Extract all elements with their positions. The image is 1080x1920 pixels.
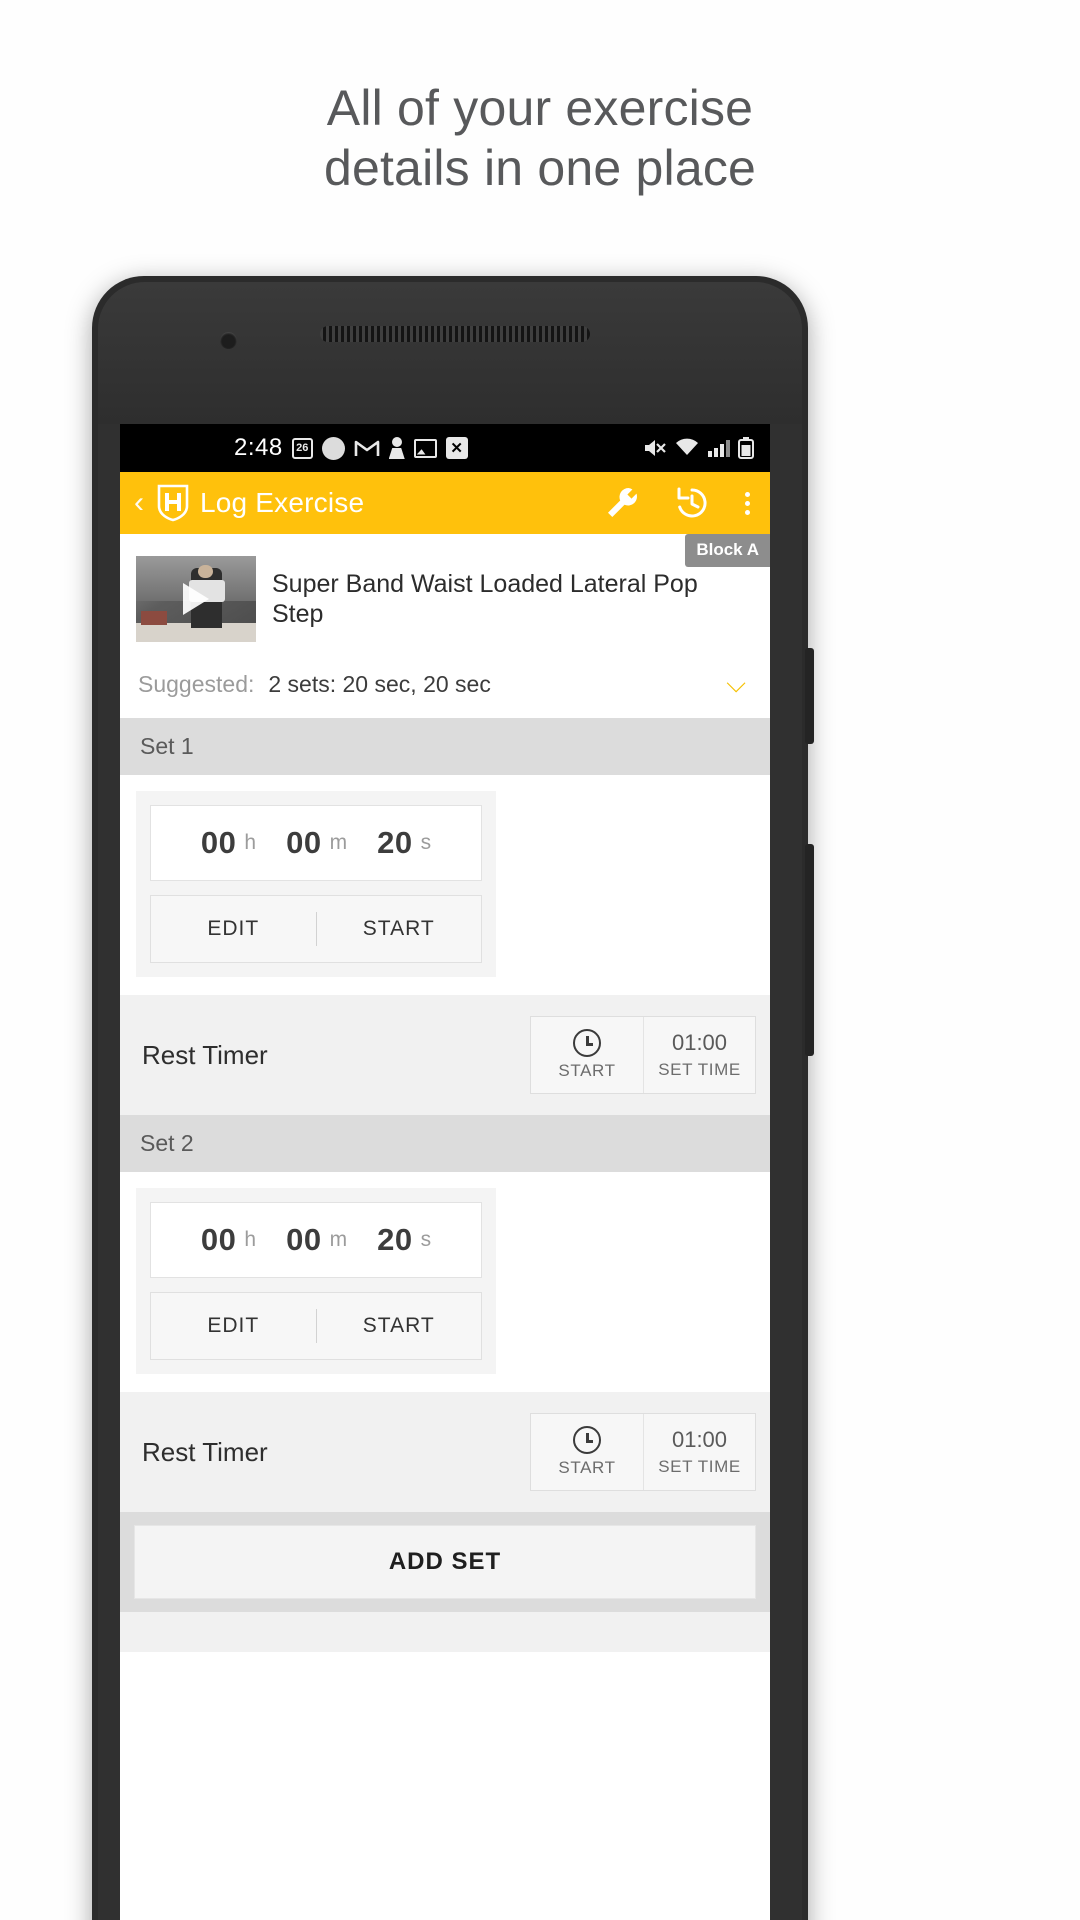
mute-icon [643,438,667,458]
edit-button[interactable]: EDIT [151,1314,316,1338]
exercise-header-row[interactable]: Super Band Waist Loaded Lateral Pop Step [120,534,770,658]
phone-screen: 2:48 26 ✕ ‹ Log Exercise Block A Super B… [120,424,770,1920]
promo-screenshot: All of your exercise details in one plac… [0,0,1080,1920]
rest-timer-row: Rest Timer START 01:00 SET TIME [120,995,770,1115]
circle-icon [321,436,345,460]
timer-hours: 00 [200,825,237,860]
content-filler [120,1612,770,1652]
add-set-button[interactable]: ADD SET [134,1525,756,1599]
exercise-content: Block A Super Band Waist Loaded Lateral … [120,534,770,1920]
wifi-icon [674,438,700,458]
start-button[interactable]: START [317,1314,482,1338]
play-icon[interactable] [183,583,209,615]
rest-timer-row: Rest Timer START 01:00 SET TIME [120,1392,770,1512]
rest-set-time-label: SET TIME [658,1060,741,1079]
set-body: 00 h 00 m 20 s EDIT START [120,1172,770,1392]
x-icon: ✕ [445,437,468,459]
rest-set-time-label: SET TIME [658,1457,741,1476]
rest-timer-label: Rest Timer [142,1039,268,1070]
timer-minutes: 00 [286,825,322,860]
phone-top-bezel [98,282,802,424]
timer-minutes-unit: m [329,1228,348,1251]
status-badge: Block A [685,534,770,567]
rest-time-value: 01:00 [671,1030,728,1055]
earpiece-speaker [320,326,590,342]
start-button[interactable]: START [317,917,482,941]
set-timer-display[interactable]: 00 h 00 m 20 s [150,1202,482,1278]
signal-icon [707,438,731,458]
page-title: All of your exercise details in one plac… [0,78,1080,198]
exercise-title: Super Band Waist Loaded Lateral Pop Step [272,569,698,629]
suggested-row: Suggested: 2 sets: 20 sec, 20 sec ⌵ [120,658,770,718]
timer-hours: 00 [200,1222,237,1257]
edit-button[interactable]: EDIT [151,917,316,941]
battery-icon [738,437,754,459]
suggested-label: Suggested: [138,671,255,697]
front-camera-icon [220,332,237,349]
set-header: Set 2 [120,1115,770,1172]
status-clock: 2:48 [234,434,283,461]
add-set-container: ADD SET [120,1512,770,1612]
clock-icon [573,1426,601,1454]
rest-start-label: START [558,1458,616,1477]
timer-minutes: 00 [286,1222,322,1257]
rest-set-time-button[interactable]: 01:00 SET TIME [643,1414,755,1490]
app-bar: ‹ Log Exercise [120,472,770,534]
clock-icon [573,1029,601,1057]
set-timer-display[interactable]: 00 h 00 m 20 s [150,805,482,881]
app-bar-title: Log Exercise [200,487,365,518]
timer-seconds: 20 [377,825,413,860]
rest-start-label: START [558,1061,616,1080]
rest-start-button[interactable]: START [531,1414,643,1490]
timer-seconds: 20 [377,1222,413,1257]
pawn-icon [389,437,405,459]
timer-hours-unit: h [244,1228,257,1251]
timer-seconds-unit: s [420,831,432,854]
app-shield-logo [156,484,190,522]
headline-line-1: All of your exercise [326,80,754,136]
phone-volume-button [805,648,814,744]
headline-line-2: details in one place [323,140,757,196]
wrench-icon[interactable] [605,486,639,520]
calendar-icon: 26 [291,437,313,459]
image-icon [413,438,437,458]
rest-set-time-button[interactable]: 01:00 SET TIME [643,1017,755,1093]
timer-minutes-unit: m [329,831,348,854]
suggested-value: 2 sets: 20 sec, 20 sec [268,671,491,697]
history-icon[interactable] [675,486,709,520]
timer-hours-unit: h [244,831,257,854]
rest-time-value: 01:00 [671,1427,728,1452]
rest-start-button[interactable]: START [531,1017,643,1093]
status-bar: 2:48 26 ✕ [120,424,770,472]
exercise-video-thumbnail[interactable] [136,556,256,642]
back-button[interactable]: ‹ [134,488,154,518]
set-body: 00 h 00 m 20 s EDIT START [120,775,770,995]
phone-power-button [805,844,814,1056]
chevron-down-icon[interactable]: ⌵ [726,670,752,696]
set-header: Set 1 [120,718,770,775]
rest-timer-label: Rest Timer [142,1436,268,1467]
timer-seconds-unit: s [420,1228,432,1251]
phone-mockup: 2:48 26 ✕ ‹ Log Exercise Block A Super B… [92,276,814,1920]
gmail-icon [354,438,380,458]
overflow-menu-icon[interactable] [745,491,750,515]
